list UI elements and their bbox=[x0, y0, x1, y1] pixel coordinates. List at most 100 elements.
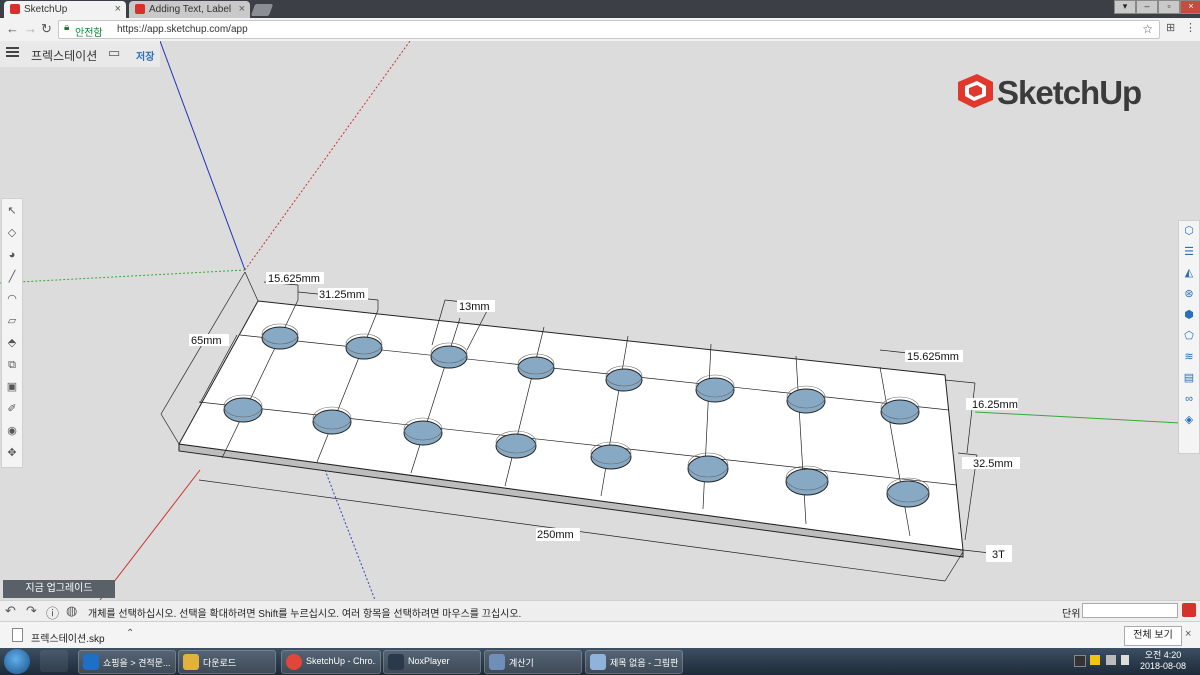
tab-label: SketchUp bbox=[24, 4, 68, 15]
taskbar-item-ie[interactable]: 쇼핑을 > 견적문... bbox=[78, 650, 176, 674]
url-text[interactable]: https://app.sketchup.com/app bbox=[117, 24, 248, 35]
dim-thickness: 3T bbox=[992, 549, 1005, 561]
redo-icon[interactable]: ↷ bbox=[26, 603, 37, 619]
model-drawing: 15.625mm 31.25mm 13mm 65mm 15.625mm 16.2… bbox=[0, 41, 1200, 600]
display-icon[interactable]: ◈ bbox=[1182, 413, 1196, 427]
dim-depth: 65mm bbox=[191, 335, 222, 347]
sketchup-logo-icon bbox=[958, 74, 993, 108]
close-icon[interactable]: × bbox=[115, 3, 121, 15]
taskbar-item-downloads[interactable]: 다운로드 bbox=[178, 650, 276, 674]
green-axis bbox=[974, 411, 1200, 425]
tab-label: Adding Text, Labels, and bbox=[149, 4, 231, 15]
tab-adding-text[interactable]: Adding Text, Labels, and × bbox=[129, 1, 250, 18]
undo-icon[interactable]: ↶ bbox=[5, 603, 16, 619]
volume-icon[interactable] bbox=[1121, 655, 1129, 665]
dim-hole-diameter: 13mm bbox=[459, 301, 490, 313]
taskbar-item-nox[interactable]: NoxPlayer bbox=[383, 650, 481, 674]
chevron-up-icon[interactable]: ⌃ bbox=[126, 628, 134, 639]
upgrade-button[interactable]: 지금 업그레이드 bbox=[3, 580, 115, 598]
document-name: 프렉스테이션 bbox=[31, 49, 98, 63]
nox-icon bbox=[388, 654, 404, 670]
clock-date: 2018-08-08 bbox=[1139, 661, 1187, 671]
entity-info-icon[interactable]: ⬡ bbox=[1182, 224, 1196, 238]
dim-row-pitch: 32.5mm bbox=[973, 458, 1013, 470]
eraser-tool-icon[interactable]: ◇ bbox=[5, 226, 19, 240]
taskbar-label: 제목 없음 - 그림판 bbox=[610, 658, 678, 668]
reload-icon[interactable]: ↻ bbox=[41, 21, 52, 37]
dim-column-pitch: 31.25mm bbox=[319, 289, 365, 301]
show-all-downloads-button[interactable]: 전체 보기 bbox=[1124, 626, 1182, 646]
desktop-icon[interactable] bbox=[40, 650, 68, 672]
dim-right-gap: 15.625mm bbox=[907, 351, 959, 363]
materials-icon[interactable]: ⬢ bbox=[1182, 308, 1196, 322]
user-icon[interactable]: ▾ bbox=[1114, 0, 1136, 14]
globe-icon[interactable]: ◍ bbox=[66, 603, 77, 619]
back-icon[interactable]: ← bbox=[6, 21, 19, 36]
views-icon[interactable]: ∞ bbox=[1182, 392, 1196, 406]
model-viewport[interactable]: 15.625mm 31.25mm 13mm 65mm 15.625mm 16.2… bbox=[0, 41, 1200, 600]
folder-icon[interactable]: ▭ bbox=[108, 45, 120, 61]
move-tool-icon[interactable]: ▣ bbox=[5, 380, 19, 394]
tab-sketchup[interactable]: SketchUp × bbox=[4, 1, 126, 18]
restore-button[interactable]: ▫ bbox=[1158, 0, 1180, 14]
download-bar: 프렉스테이션.skp ⌃ 전체 보기 × bbox=[0, 621, 1200, 649]
forward-icon[interactable]: → bbox=[24, 21, 37, 36]
blue-axis-dotted bbox=[324, 469, 376, 600]
close-window-button[interactable]: × bbox=[1180, 0, 1200, 14]
keyboard-tray-icon[interactable] bbox=[1090, 655, 1100, 665]
download-file-name[interactable]: 프렉스테이션.skp bbox=[31, 630, 105, 645]
select-tool-icon[interactable]: ↖ bbox=[5, 204, 19, 218]
app-header: 프렉스테이션 ▭ 저장 bbox=[0, 41, 160, 67]
help-icon[interactable]: ⓘ bbox=[46, 603, 59, 622]
taskbar-label: 쇼핑을 > 견적문... bbox=[103, 658, 171, 668]
outliner-icon[interactable]: ☰ bbox=[1182, 245, 1196, 259]
arc-tool-icon[interactable]: ◠ bbox=[5, 292, 19, 306]
dim-left-gap: 15.625mm bbox=[268, 273, 320, 285]
paint-icon bbox=[590, 654, 606, 670]
status-bar: ↶ ↷ ⓘ ◍ 개체를 선택하십시오. 선택을 확대하려면 Shift를 누르십… bbox=[0, 600, 1200, 621]
unit-label: 단위 bbox=[1062, 609, 1081, 620]
calculator-icon bbox=[489, 654, 505, 670]
push-pull-tool-icon[interactable]: ⬘ bbox=[5, 336, 19, 350]
sketchup-icon bbox=[135, 4, 145, 14]
dim-row-gap: 16.25mm bbox=[972, 399, 1018, 411]
orbit-tool-icon[interactable]: ◉ bbox=[5, 424, 19, 438]
menu-icon[interactable] bbox=[6, 47, 19, 49]
address-bar[interactable]: 🔒︎ 안전함 https://app.sketchup.com/app ☆ bbox=[58, 20, 1160, 39]
status-message: 개체를 선택하십시오. 선택을 확대하려면 Shift를 누르십시오. 여러 항… bbox=[88, 609, 522, 620]
bookmark-star-icon[interactable]: ☆ bbox=[1142, 22, 1153, 36]
close-icon[interactable]: × bbox=[239, 3, 245, 15]
scenes-icon[interactable]: ▤ bbox=[1182, 371, 1196, 385]
taskbar-label: NoxPlayer bbox=[408, 656, 450, 666]
blue-axis bbox=[159, 41, 246, 271]
internet-explorer-icon bbox=[83, 654, 99, 670]
minimize-button[interactable]: – bbox=[1136, 0, 1158, 14]
paint-bucket-tool-icon[interactable]: ◕ bbox=[5, 248, 19, 262]
offset-tool-icon[interactable]: ⧉ bbox=[5, 358, 19, 372]
components-icon[interactable]: ⊛ bbox=[1182, 287, 1196, 301]
styles-icon[interactable]: ⬠ bbox=[1182, 329, 1196, 343]
new-tab-button[interactable] bbox=[250, 4, 274, 16]
folder-icon bbox=[183, 654, 199, 670]
translate-icon[interactable]: ⊞ bbox=[1166, 21, 1175, 34]
taskbar-item-calculator[interactable]: 계산기 bbox=[484, 650, 582, 674]
instructor-icon[interactable]: ◭ bbox=[1182, 266, 1196, 280]
measurement-input[interactable] bbox=[1082, 603, 1178, 618]
flag-tray-icon[interactable] bbox=[1106, 655, 1116, 665]
menu-icon[interactable]: ⋮ bbox=[1185, 21, 1196, 34]
windows-taskbar: 쇼핑을 > 견적문... 다운로드 SketchUp - Chro... Nox… bbox=[0, 648, 1200, 675]
system-clock[interactable]: 오전 4:20 2018-08-08 bbox=[1138, 650, 1188, 672]
taskbar-item-chrome[interactable]: SketchUp - Chro... bbox=[281, 650, 381, 674]
pan-tool-icon[interactable]: ✥ bbox=[5, 446, 19, 460]
taskbar-label: 계산기 bbox=[509, 658, 534, 668]
line-tool-icon[interactable]: ╱ bbox=[5, 270, 19, 284]
secure-label: 안전함 bbox=[75, 28, 103, 39]
taskbar-item-paint[interactable]: 제목 없음 - 그림판 bbox=[585, 650, 683, 674]
start-button[interactable] bbox=[4, 649, 30, 674]
close-icon[interactable]: × bbox=[1185, 628, 1191, 640]
tape-measure-tool-icon[interactable]: ✐ bbox=[5, 402, 19, 416]
layers-icon[interactable]: ≋ bbox=[1182, 350, 1196, 364]
save-button[interactable]: 저장 bbox=[136, 48, 154, 63]
nox-tray-icon[interactable] bbox=[1074, 655, 1086, 667]
rectangle-tool-icon[interactable]: ▱ bbox=[5, 314, 19, 328]
